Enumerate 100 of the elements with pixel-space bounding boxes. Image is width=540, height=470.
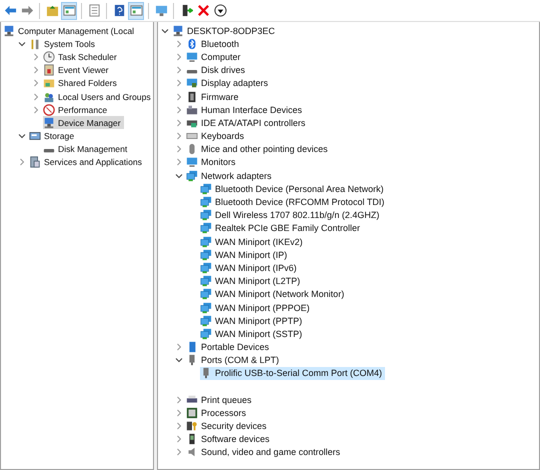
network-adapter-icon <box>200 328 212 340</box>
chevron-right-icon[interactable] <box>174 104 184 115</box>
tree-item[interactable]: Local Users and Groups <box>43 90 153 104</box>
folder-up-icon <box>46 4 58 17</box>
tree-item[interactable]: Services and Applications <box>29 156 145 169</box>
toolbar-button[interactable] <box>212 2 228 20</box>
tree-item[interactable]: Disk Management <box>43 142 130 156</box>
event-log-icon <box>43 64 55 76</box>
tree-item[interactable]: WAN Miniport (L2TP) <box>200 274 304 288</box>
chevron-right-icon[interactable] <box>174 144 184 154</box>
tree-item[interactable]: WAN Miniport (PPPOE) <box>200 301 313 314</box>
computer-icon <box>172 24 184 37</box>
chevron-right-icon[interactable] <box>174 78 184 88</box>
tree-item[interactable]: Disk drives <box>186 64 248 77</box>
chevron-right-icon[interactable] <box>174 131 184 142</box>
monitor-icon <box>186 156 198 168</box>
tree-item[interactable]: Processors <box>186 406 250 420</box>
tree-item[interactable]: WAN Miniport (PPTP) <box>200 314 306 328</box>
processor-icon <box>186 406 198 419</box>
chevron-right-icon[interactable] <box>174 52 184 62</box>
tree-item[interactable]: Portable Devices <box>186 340 272 354</box>
tree-item[interactable]: Network adapters <box>186 169 275 182</box>
tree-item[interactable]: Display adapters <box>186 76 272 90</box>
monitor-icon <box>154 4 168 17</box>
properties-icon <box>88 4 100 17</box>
network-adapter-icon <box>200 196 212 208</box>
tree-item[interactable]: Human Interface Devices <box>186 103 306 116</box>
tree-item[interactable]: Bluetooth <box>186 37 242 50</box>
tree-item[interactable]: Computer Management (Local <box>3 24 138 38</box>
tree-item[interactable]: Ports (COM & LPT) <box>186 354 282 367</box>
hid-icon <box>186 104 198 116</box>
tree-item[interactable]: Print queues <box>186 393 255 406</box>
bluetooth-icon <box>186 38 198 50</box>
tree-item[interactable]: Security devices <box>186 420 270 433</box>
back-arrow-icon <box>4 4 16 17</box>
chevron-right-icon[interactable] <box>174 38 184 49</box>
tree-item[interactable]: Realtek PCIe GBE Family Controller <box>200 222 364 235</box>
network-adapter-icon <box>200 275 212 288</box>
users-icon <box>43 90 55 103</box>
tree-item[interactable]: WAN Miniport (IP) <box>200 248 290 262</box>
tree-item[interactable]: WAN Miniport (SSTP) <box>200 327 306 340</box>
tree-item[interactable]: Bluetooth Device (Personal Area Network) <box>200 182 387 196</box>
chevron-right-icon[interactable] <box>31 104 41 115</box>
network-adapter-icon <box>200 262 212 274</box>
tree-item[interactable]: Computer <box>186 50 244 64</box>
computer-management-icon <box>3 24 15 37</box>
network-adapter-icon <box>200 314 212 327</box>
chevron-right-icon[interactable] <box>174 408 184 418</box>
help-icon <box>112 4 126 17</box>
services-icon <box>29 156 41 168</box>
chevron-right-icon[interactable] <box>174 92 184 102</box>
tree-item[interactable]: WAN Miniport (IKEv2) <box>200 235 306 248</box>
chip-icon <box>186 90 198 103</box>
tree-item[interactable]: WAN Miniport (Network Monitor) <box>200 288 348 301</box>
network-adapter-icon <box>200 236 212 248</box>
chevron-right-icon[interactable] <box>174 65 184 76</box>
tree-item[interactable]: DESKTOP-8ODP3EC <box>172 24 278 38</box>
tree-item[interactable]: IDE ATA/ATAPI controllers <box>186 116 308 130</box>
chevron-right-icon[interactable] <box>174 421 184 432</box>
security-icon <box>186 420 198 432</box>
tree-item[interactable]: Monitors <box>186 156 239 169</box>
chevron-right-icon[interactable] <box>31 52 41 62</box>
tree-item[interactable]: Storage <box>29 130 78 143</box>
forward-arrow-icon <box>20 4 34 17</box>
network-adapter-icon <box>200 302 212 314</box>
tree-item[interactable]: Bluetooth Device (RFCOMM Protocol TDI) <box>200 196 388 209</box>
tree-item[interactable]: Dell Wireless 1707 802.11b/g/n (2.4GHZ) <box>200 208 382 222</box>
panel-icon <box>62 4 76 17</box>
network-adapter-icon <box>200 288 212 300</box>
network-adapter-icon <box>200 182 212 195</box>
tree-item[interactable]: Task Scheduler <box>43 50 120 64</box>
tree-item[interactable]: System Tools <box>29 37 98 50</box>
tree-item[interactable]: Device Manager <box>43 116 124 130</box>
chevron-right-icon[interactable] <box>174 394 184 405</box>
chevron-right-icon[interactable] <box>174 118 184 128</box>
tree-item[interactable]: Event Viewer <box>43 64 112 77</box>
tree-item[interactable]: Software devices <box>186 432 273 446</box>
tree-item[interactable]: Keyboards <box>186 130 248 143</box>
chevron-right-icon[interactable] <box>174 434 184 444</box>
tree-item[interactable]: Mice and other pointing devices <box>186 142 331 156</box>
tree-item[interactable]: Performance <box>43 103 110 116</box>
close-icon <box>196 4 210 17</box>
chevron-right-icon[interactable] <box>17 157 27 168</box>
chevron-right-icon[interactable] <box>31 65 41 76</box>
shared-folder-icon <box>43 77 55 90</box>
chevron-right-icon[interactable] <box>174 447 184 458</box>
tree-item[interactable]: Prolific USB-to-Serial Comm Port (COM4) <box>200 366 386 380</box>
storage-icon <box>29 130 41 142</box>
panel-icon <box>130 4 142 17</box>
tree-item[interactable]: WAN Miniport (IPv6) <box>200 261 300 274</box>
chevron-right-icon[interactable] <box>31 78 41 88</box>
tree-item[interactable]: Firmware <box>186 90 242 104</box>
network-adapter-icon <box>200 209 212 222</box>
tree-item[interactable]: Shared Folders <box>43 76 120 90</box>
tree-item[interactable]: Sound, video and game controllers <box>186 446 344 459</box>
display-adapter-icon <box>186 77 198 90</box>
chevron-right-icon[interactable] <box>31 92 41 102</box>
network-adapter-icon <box>186 170 198 182</box>
clock-icon <box>43 50 55 63</box>
network-adapter-icon <box>200 248 212 261</box>
